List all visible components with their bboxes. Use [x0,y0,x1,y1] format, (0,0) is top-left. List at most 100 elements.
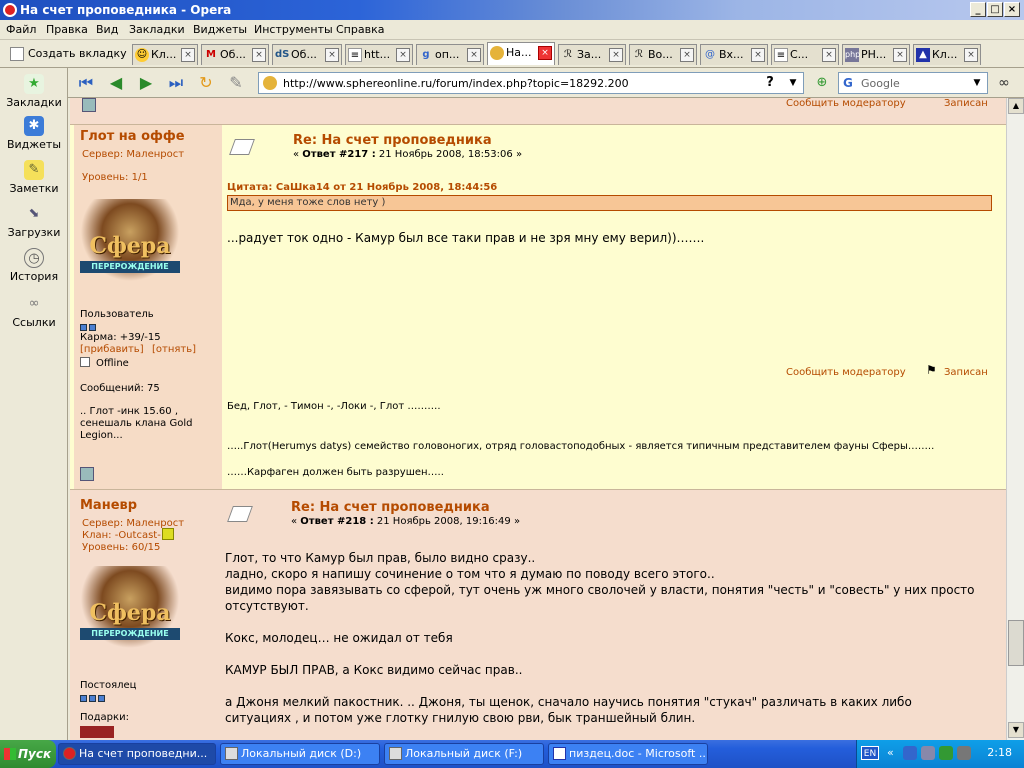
add-bookmark-icon[interactable]: ⊕ [812,73,832,93]
tray-network-icon[interactable] [921,746,935,760]
taskbar-item-disk-d[interactable]: Локальный диск (D:) [220,743,380,765]
taskbar-item-word[interactable]: пиздец.doc - Microsoft ... [548,743,708,765]
back-icon[interactable]: ◀ [106,73,126,93]
tab-12[interactable]: ▲ Кл... × [913,44,981,65]
tab-4[interactable]: ≡ htt... × [345,44,413,65]
tray-app-icon[interactable] [903,746,917,760]
tab-5[interactable]: g оп... × [416,44,484,65]
menu-bookmarks[interactable]: Закладки [129,23,185,36]
sidebar-label: Загрузки [7,226,61,239]
sidebar-item-downloads[interactable]: ⬊ Загрузки [0,204,68,239]
scroll-thumb[interactable] [1008,620,1024,666]
close-tab-icon[interactable]: × [751,48,765,62]
tab-label: Кл... [932,48,958,61]
close-tab-icon[interactable]: × [325,48,339,62]
karma-add-link[interactable]: [прибавить] [80,344,144,355]
tab-bar: Создать вкладку ☺ Кл... × M Об... × dS Об... ×… [0,40,1024,100]
tray-volume-icon[interactable] [957,746,971,760]
menu-help[interactable]: Справка [336,23,384,36]
sidebar-item-bookmarks[interactable]: ★ Закладки [0,74,68,109]
tab-9[interactable]: @ Вх... × [700,44,768,65]
signature-line: Бед, Глот, - Тимон -, -Локи -, Глот ………. [227,401,441,412]
new-tab-button[interactable]: Создать вкладку [10,44,127,64]
profile-icon[interactable] [82,98,96,112]
taskbar-item-opera[interactable]: На счет проповедни... [58,743,216,765]
profile-icon[interactable] [80,467,94,481]
close-tab-icon[interactable]: × [822,48,836,62]
post-body-line: Кокс, молодец… не ожидал от тебя [225,631,453,645]
taskbar-item-disk-f[interactable]: Локальный диск (F:) [384,743,544,765]
close-tab-icon[interactable]: × [396,48,410,62]
chevron-down-icon[interactable]: ▼ [969,75,985,91]
tab-6-active[interactable]: На... × [487,42,555,65]
edit-pen-icon[interactable]: ✎ [226,73,246,93]
minimize-button[interactable]: _ [970,2,986,17]
menu-file[interactable]: Файл [6,23,36,36]
search-field[interactable]: G Google ▼ [838,72,988,94]
post-meta: « Ответ #218 : 21 Ноябрь 2008, 19:16:49 … [291,516,521,527]
tab-10[interactable]: ≡ С... × [771,44,839,65]
ds-favicon-icon: dS [275,49,290,60]
tab-label: Кл... [151,48,177,61]
sidebar-item-notes[interactable]: ✎ Заметки [0,160,68,195]
language-indicator[interactable]: EN [861,746,879,760]
sidebar-item-history[interactable]: ◷ История [0,248,68,283]
close-tab-icon[interactable]: × [964,48,978,62]
close-window-button[interactable]: × [1004,2,1020,17]
start-button[interactable]: Пуск [0,740,56,768]
menu-widgets[interactable]: Виджеты [193,23,247,36]
scroll-down-icon[interactable]: ▼ [1008,722,1024,738]
forward-icon[interactable]: ▶ [136,73,156,93]
logged-label: Записан [944,98,988,109]
close-tab-icon[interactable]: × [609,48,623,62]
tab-label: PH... [861,48,887,61]
close-tab-icon[interactable]: × [680,48,694,62]
report-to-moderator-link[interactable]: Сообщить модератору [786,98,906,109]
tray-app-icon[interactable] [939,746,953,760]
close-tab-icon[interactable]: × [467,48,481,62]
close-tab-icon[interactable]: × [893,48,907,62]
close-tab-icon[interactable]: × [252,48,266,62]
quote-header[interactable]: Цитата: СаШка14 от 21 Ноябрь 2008, 18:44… [227,182,497,193]
logged-label: Записан [944,367,988,378]
post-title[interactable]: Re: На счет проповедника [291,500,490,515]
menu-view[interactable]: Вид [96,23,118,36]
help-icon[interactable]: ? [761,75,779,91]
tab-2[interactable]: M Об... × [201,44,269,65]
tab-11[interactable]: php PH... × [842,44,910,65]
address-url: http://www.sphereonline.ru/forum/index.p… [283,77,629,90]
close-tab-icon[interactable]: × [538,46,552,60]
tab-8[interactable]: ℛ Во... × [629,44,697,65]
sidebar-item-widgets[interactable]: ✱ Виджеты [0,116,68,151]
menu-tools[interactable]: Инструменты [254,23,333,36]
chevron-down-icon[interactable]: ▼ [785,75,801,91]
post-level: Уровень: 1/1 [82,172,148,183]
signature-line: ……Карфаген должен быть разрушен….. [227,467,444,478]
maximize-button[interactable]: □ [987,2,1003,17]
tab-1[interactable]: ☺ Кл... × [132,44,198,65]
glasses-icon[interactable]: ∞ [994,73,1014,93]
fast-forward-icon[interactable]: ⏭ [166,73,186,93]
window-titlebar[interactable]: На счет проповедника - Opera _ □ × [0,0,1024,20]
address-bar[interactable]: http://www.sphereonline.ru/forum/index.p… [258,72,804,94]
show-hidden-icons[interactable]: « [887,746,894,759]
scroll-up-icon[interactable]: ▲ [1008,98,1024,114]
report-to-moderator-link[interactable]: Сообщить модератору [786,367,906,378]
rewind-icon[interactable]: ⏮ [76,73,96,93]
menu-edit[interactable]: Правка [46,23,88,36]
post-body: ...радует ток одно - Камур был все таки … [227,231,705,245]
smiley-favicon-icon: ☺ [135,48,149,62]
karma-subtract-link[interactable]: [отнять] [152,344,196,355]
personal-text-line: .. Глот -инк 15.60 , [80,406,178,417]
tab-3[interactable]: dS Об... × [272,44,342,65]
sidebar-item-links[interactable]: ∞ Ссылки [0,294,68,329]
system-tray: EN « 2:18 [856,740,1024,768]
post-title[interactable]: Re: На счет проповедника [293,133,492,148]
post-username[interactable]: Глот на оффе [80,129,185,144]
tab-7[interactable]: ℛ За... × [558,44,626,65]
post-username[interactable]: Маневр [80,498,137,513]
post-body-line: отсутствуют. [225,599,309,613]
close-tab-icon[interactable]: × [181,48,195,62]
reload-icon[interactable]: ↻ [196,73,216,93]
vertical-scrollbar[interactable]: ▲ ▼ [1006,98,1024,740]
